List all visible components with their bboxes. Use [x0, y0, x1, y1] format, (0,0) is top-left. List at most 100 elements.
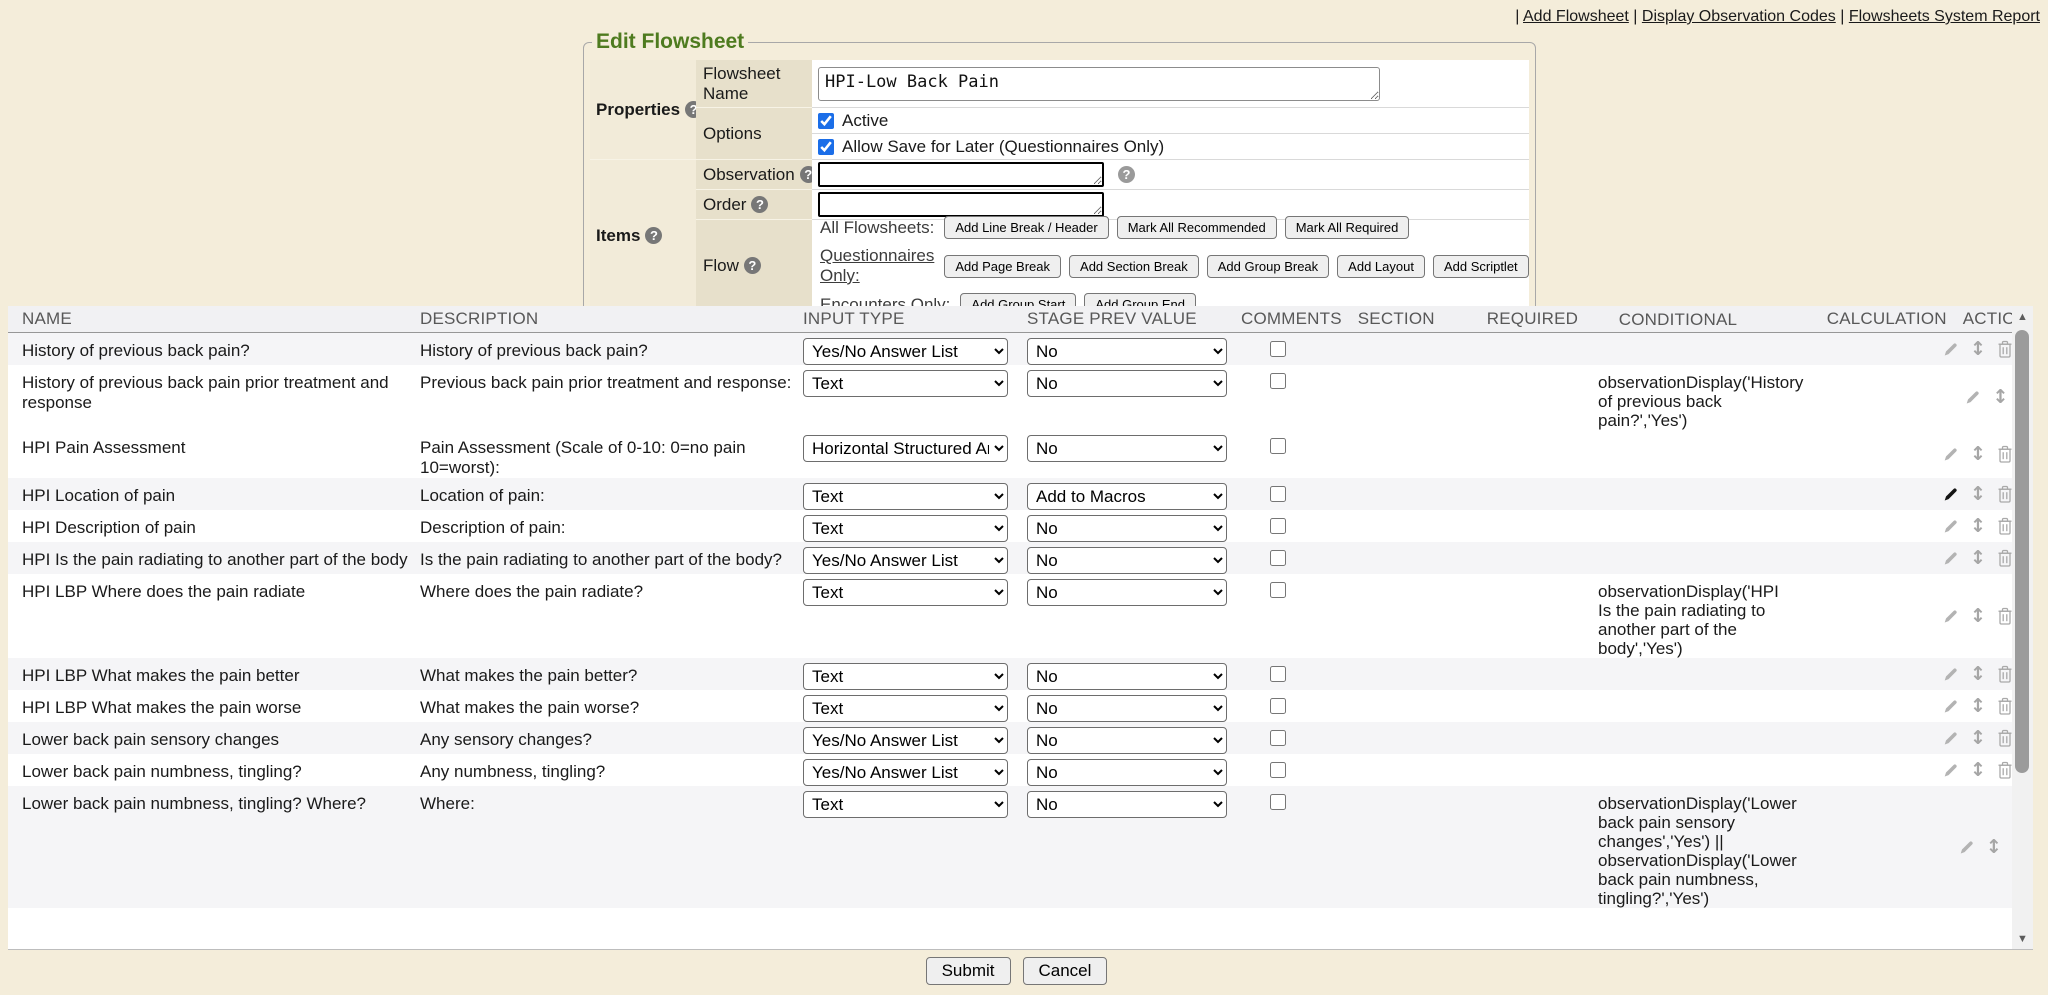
delete-icon[interactable] — [1997, 549, 2013, 567]
edit-icon[interactable] — [1942, 762, 1959, 779]
edit-icon[interactable] — [1942, 550, 1959, 567]
move-icon[interactable]: ↕ — [1970, 665, 1986, 684]
delete-icon[interactable] — [1997, 697, 2013, 715]
stage-prev-value-select[interactable]: No — [1027, 435, 1227, 462]
edit-icon[interactable] — [1942, 730, 1959, 747]
comments-checkbox[interactable] — [1270, 438, 1286, 454]
flow-button[interactable]: Add Line Break / Header — [944, 216, 1108, 239]
observation-input[interactable] — [818, 162, 1104, 187]
flow-button[interactable]: Add Page Break — [944, 255, 1061, 278]
scroll-thumb[interactable] — [2015, 330, 2029, 773]
delete-icon[interactable] — [1997, 485, 2013, 503]
move-icon[interactable]: ↕ — [1970, 729, 1986, 748]
stage-prev-value-select[interactable]: No — [1027, 515, 1227, 542]
scroll-up-arrow[interactable]: ▲ — [2012, 308, 2033, 326]
edit-icon[interactable] — [1942, 698, 1959, 715]
stage-prev-value-select[interactable]: Add to Macros — [1027, 483, 1227, 510]
input-type-select[interactable]: Yes/No Answer List — [803, 759, 1008, 786]
move-icon[interactable]: ↕ — [1970, 607, 1986, 626]
comments-checkbox[interactable] — [1270, 341, 1286, 357]
move-icon[interactable]: ↕ — [1970, 549, 1986, 568]
vertical-scrollbar[interactable]: ▲ ▼ — [2012, 306, 2033, 950]
move-icon[interactable]: ↕ — [1970, 761, 1986, 780]
active-checkbox[interactable] — [818, 113, 834, 129]
input-type-select[interactable]: Horizontal Structured Ans — [803, 435, 1008, 462]
input-type-select[interactable]: Text — [803, 663, 1008, 690]
stage-prev-value-select[interactable]: No — [1027, 338, 1227, 365]
stage-prev-value-select[interactable]: No — [1027, 579, 1227, 606]
edit-icon[interactable] — [1942, 341, 1959, 358]
delete-icon[interactable] — [1997, 761, 2013, 779]
move-icon[interactable]: ↕ — [1992, 388, 2008, 407]
delete-icon[interactable] — [1997, 340, 2013, 358]
input-type-select[interactable]: Text — [803, 370, 1008, 397]
move-icon[interactable]: ↕ — [1970, 340, 1986, 359]
stage-prev-value-select[interactable]: No — [1027, 695, 1227, 722]
items-help-icon[interactable]: ? — [645, 227, 662, 244]
delete-icon[interactable] — [1997, 445, 2013, 463]
stage-prev-value-select[interactable]: No — [1027, 663, 1227, 690]
input-type-select[interactable]: Text — [803, 483, 1008, 510]
delete-icon[interactable] — [1997, 729, 2013, 747]
active-label: Active — [842, 111, 888, 131]
flow-button[interactable]: Mark All Recommended — [1117, 216, 1277, 239]
move-icon[interactable]: ↕ — [1970, 485, 1986, 504]
input-type-select[interactable]: Yes/No Answer List — [803, 338, 1008, 365]
observation-field-help-icon[interactable]: ? — [1118, 166, 1135, 183]
move-icon[interactable]: ↕ — [1986, 838, 2002, 857]
input-type-select[interactable]: Yes/No Answer List — [803, 727, 1008, 754]
comments-checkbox[interactable] — [1270, 373, 1286, 389]
flow-button[interactable]: Add Scriptlet — [1433, 255, 1529, 278]
order-help-icon[interactable]: ? — [751, 196, 768, 213]
delete-icon[interactable] — [1997, 607, 2013, 625]
edit-icon[interactable] — [1942, 608, 1959, 625]
item-description: Is the pain radiating to another part of… — [420, 542, 803, 574]
move-icon[interactable]: ↕ — [1970, 697, 1986, 716]
scroll-down-arrow[interactable]: ▼ — [2012, 930, 2033, 948]
comments-checkbox[interactable] — [1270, 730, 1286, 746]
edit-icon[interactable] — [1942, 518, 1959, 535]
stage-prev-value-select[interactable]: No — [1027, 370, 1227, 397]
input-type-select[interactable]: Text — [803, 791, 1008, 818]
delete-icon[interactable] — [1997, 517, 2013, 535]
delete-icon[interactable] — [1997, 665, 2013, 683]
comments-checkbox[interactable] — [1270, 794, 1286, 810]
edit-icon[interactable] — [1958, 839, 1975, 856]
flow-button[interactable]: Mark All Required — [1285, 216, 1410, 239]
edit-icon[interactable] — [1942, 446, 1959, 463]
stage-prev-value-select[interactable]: No — [1027, 791, 1227, 818]
edit-icon[interactable] — [1964, 389, 1981, 406]
comments-checkbox[interactable] — [1270, 550, 1286, 566]
input-type-select[interactable]: Text — [803, 579, 1008, 606]
move-icon[interactable]: ↕ — [1970, 517, 1986, 536]
input-type-select[interactable]: Text — [803, 515, 1008, 542]
stage-prev-value-select[interactable]: No — [1027, 727, 1227, 754]
comments-checkbox[interactable] — [1270, 518, 1286, 534]
flow-button[interactable]: Add Section Break — [1069, 255, 1199, 278]
flow-button[interactable]: Add Group Break — [1207, 255, 1329, 278]
nav-link[interactable]: Flowsheets System Report — [1849, 8, 2040, 25]
move-icon[interactable]: ↕ — [1970, 445, 1986, 464]
item-calculation — [1795, 658, 1940, 690]
flow-button[interactable]: Add Layout — [1337, 255, 1425, 278]
edit-icon[interactable] — [1942, 486, 1959, 503]
comments-checkbox[interactable] — [1270, 486, 1286, 502]
column-header: COMMENTS — [1235, 309, 1356, 329]
edit-icon[interactable] — [1942, 666, 1959, 683]
stage-prev-value-select[interactable]: No — [1027, 547, 1227, 574]
input-type-select[interactable]: Yes/No Answer List — [803, 547, 1008, 574]
comments-checkbox[interactable] — [1270, 762, 1286, 778]
flow-help-icon[interactable]: ? — [744, 257, 761, 274]
order-input[interactable] — [818, 192, 1104, 217]
input-type-select[interactable]: Text — [803, 695, 1008, 722]
cancel-button[interactable]: Cancel — [1023, 957, 1108, 985]
comments-checkbox[interactable] — [1270, 698, 1286, 714]
flowsheet-name-input[interactable]: HPI-Low Back Pain — [818, 67, 1380, 101]
save-for-later-checkbox[interactable] — [818, 139, 834, 155]
nav-link[interactable]: Display Observation Codes — [1642, 8, 1836, 25]
nav-link[interactable]: Add Flowsheet — [1523, 8, 1629, 25]
submit-button[interactable]: Submit — [926, 957, 1011, 985]
stage-prev-value-select[interactable]: No — [1027, 759, 1227, 786]
comments-checkbox[interactable] — [1270, 666, 1286, 682]
comments-checkbox[interactable] — [1270, 582, 1286, 598]
